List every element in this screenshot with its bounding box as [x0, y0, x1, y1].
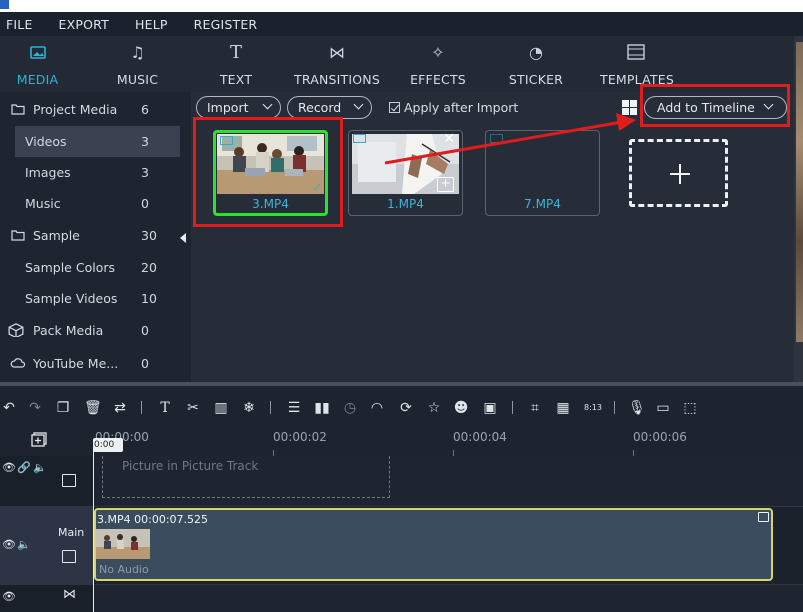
mosaic-icon[interactable]: ▦: [555, 400, 571, 416]
sticker-clock-icon: ◔: [529, 42, 543, 62]
timeline-toolbar: ↶ ↷ ❐ 🗑 ⇄ T ✂ ▥ ❄ ☰ ▮▮ ◷ ◠ ⟳ ☆ ☻ ▣ ⌗ ▦ 8…: [0, 386, 803, 426]
cut-icon[interactable]: ✂: [185, 400, 201, 416]
annotation-highlight-add-to-timeline: [640, 84, 790, 127]
tab-music[interactable]: ♫ MUSIC: [110, 36, 165, 92]
tab-effects[interactable]: ✧ EFFECTS: [408, 36, 468, 92]
sidebar-item-pack-media[interactable]: Pack Media 0: [0, 315, 180, 346]
sidebar-item-project-media[interactable]: Project Media 6: [0, 94, 180, 125]
split-icon[interactable]: ▥: [212, 400, 230, 416]
text-icon[interactable]: T: [158, 400, 172, 416]
text-t-icon: T: [229, 41, 242, 63]
apply-after-import-checkbox[interactable]: Apply after Import: [389, 100, 518, 115]
freeze-icon[interactable]: ❄: [241, 400, 257, 416]
clip-thumbnail: [96, 529, 150, 559]
checkbox-checked-icon: [389, 102, 400, 113]
effects-sparkle-icon: ✧: [431, 42, 445, 62]
record-dropdown[interactable]: Record: [287, 96, 372, 119]
tab-transitions[interactable]: ⋈ TRANSITIONS: [293, 36, 381, 92]
transition-track[interactable]: [93, 584, 803, 612]
chevron-down-icon: [262, 99, 273, 110]
transition-track-icon: ⋈: [63, 587, 76, 602]
cube-icon: [8, 323, 24, 337]
media-sidebar: Project Media 6 Videos 3 Images 3 Music 0 Sa…: [0, 92, 191, 382]
microphone-icon[interactable]: 🎙: [628, 400, 646, 416]
close-icon[interactable]: ✕: [443, 131, 455, 147]
sidebar-item-sample[interactable]: Sample 30: [0, 220, 180, 251]
sidebar-item-sample-videos[interactable]: Sample Videos 10: [0, 283, 180, 314]
undo-icon[interactable]: ↶: [1, 400, 17, 416]
main-track-header: 👁 🔈 Main: [0, 506, 93, 584]
sidebar-item-videos[interactable]: Videos 3: [15, 126, 180, 157]
tab-sticker[interactable]: ◔ STICKER: [505, 36, 567, 92]
menu-register[interactable]: REGISTER: [194, 17, 258, 32]
timeline-ruler[interactable]: 00:00:00 00:00:02 00:00:04 00:00:06 0:00: [0, 426, 803, 456]
templates-film-icon: [626, 42, 646, 62]
record-video-icon[interactable]: ▭: [655, 400, 671, 416]
folder-icon: [11, 104, 25, 115]
clip-settings-icon[interactable]: [758, 512, 769, 522]
tab-media[interactable]: MEDIA: [10, 36, 65, 92]
replace-icon[interactable]: ⇄: [111, 400, 129, 416]
video-type-icon: [490, 134, 503, 143]
duration-clock-icon[interactable]: ◷: [342, 400, 358, 416]
add-clip-icon[interactable]: +: [437, 177, 454, 192]
menu-help[interactable]: HELP: [135, 17, 168, 32]
main-track[interactable]: 3.MP4 00:00:07.525 No Audio: [93, 506, 803, 584]
video-track-icon: [62, 550, 76, 563]
speaker-icon[interactable]: 🔈: [17, 538, 31, 551]
sidebar-item-images[interactable]: Images 3: [0, 157, 180, 188]
annotation-highlight-media-item: [193, 117, 343, 227]
pip-track[interactable]: Picture in Picture Track: [93, 456, 803, 506]
playhead[interactable]: [93, 446, 94, 612]
frame-icon[interactable]: ▣: [482, 400, 498, 416]
tab-text[interactable]: T TEXT: [210, 36, 262, 92]
import-media-tile[interactable]: [629, 139, 728, 207]
pip-track-icon: [62, 474, 76, 487]
music-note-icon: ♫: [130, 42, 145, 62]
eye-icon[interactable]: 👁: [2, 461, 16, 474]
link-icon[interactable]: 🔗: [17, 461, 31, 474]
eye-icon[interactable]: 👁: [2, 590, 16, 603]
audio-mixer-icon[interactable]: ▮▮: [313, 400, 331, 416]
crop-icon[interactable]: ⌗: [527, 400, 543, 416]
window-title-strip: [0, 0, 803, 12]
import-dropdown[interactable]: Import: [196, 96, 281, 119]
menu-export[interactable]: EXPORT: [59, 17, 109, 32]
speaker-icon[interactable]: 🔈: [33, 461, 47, 474]
aspect-ratio-icon[interactable]: 8:13: [582, 400, 604, 416]
screen-capture-icon[interactable]: ⬚: [682, 400, 698, 416]
copy-icon[interactable]: ❐: [55, 400, 71, 416]
eye-icon[interactable]: 👁: [2, 538, 16, 551]
effects-star-icon[interactable]: ☆: [426, 400, 442, 416]
delete-icon[interactable]: 🗑: [84, 400, 102, 416]
media-folder-icon: [28, 42, 48, 62]
sidebar-item-music[interactable]: Music 0: [0, 188, 180, 219]
sidebar-item-sample-colors[interactable]: Sample Colors 20: [0, 252, 180, 283]
pip-placeholder: Picture in Picture Track: [102, 456, 390, 498]
person-icon[interactable]: ☻: [453, 400, 469, 416]
timeline-clip[interactable]: 3.MP4 00:00:07.525 No Audio: [94, 508, 773, 581]
speed-icon[interactable]: ◠: [369, 400, 385, 416]
redo-icon[interactable]: ↷: [27, 400, 43, 416]
app-logo-icon: [0, 0, 9, 9]
chevron-down-icon: [353, 99, 364, 110]
media-item-7mp4[interactable]: 7.MP4: [485, 130, 600, 216]
preview-panel-edge: [794, 36, 803, 382]
folder-icon: [11, 230, 25, 241]
menu-bar: FILE EXPORT HELP REGISTER: [0, 12, 803, 36]
media-item-1mp4[interactable]: ✕ + 1.MP4: [348, 130, 463, 216]
transition-bowtie-icon: ⋈: [329, 42, 345, 62]
grid-view-icon[interactable]: [622, 100, 637, 115]
sidebar-item-youtube-media[interactable]: YouTube Me... 0: [0, 348, 180, 379]
cloud-icon: [10, 358, 26, 368]
playhead-time-label[interactable]: 0:00: [93, 438, 123, 452]
adjust-icon[interactable]: ☰: [286, 400, 302, 416]
collapse-sidebar-icon[interactable]: [180, 233, 186, 243]
video-type-icon: [353, 134, 366, 143]
menu-file[interactable]: FILE: [6, 17, 33, 32]
rotate-icon[interactable]: ⟳: [398, 400, 414, 416]
add-track-icon[interactable]: [31, 432, 47, 447]
